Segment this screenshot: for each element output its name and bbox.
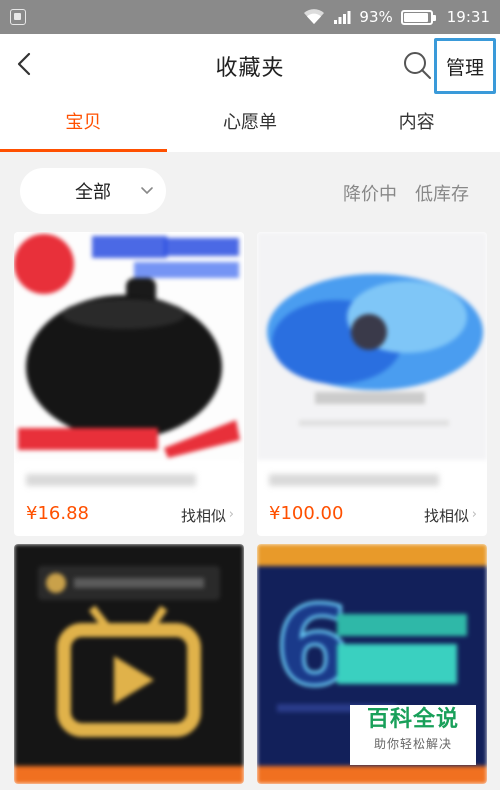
product-price: ¥100.00: [269, 503, 344, 524]
search-icon: [404, 52, 431, 79]
find-similar-button[interactable]: 找相似: [424, 505, 469, 526]
price-drop-filter[interactable]: 降价中: [343, 180, 397, 206]
nav-header: 收藏夹 管理: [0, 34, 500, 96]
product-price: ¥16.88: [26, 503, 89, 524]
battery-icon: [400, 9, 436, 25]
status-indicators: 93% 19:31: [303, 0, 490, 34]
category-dropdown-value: 全部: [75, 182, 111, 203]
product-card[interactable]: ¥100.00 找相似 ›: [257, 232, 487, 536]
product-description-placeholder: [26, 470, 206, 492]
product-image: [14, 544, 244, 784]
watermark-title: 百科全说: [366, 707, 459, 732]
product-image: [257, 232, 487, 460]
filter-bar: 全部 降价中 低库存: [0, 152, 500, 230]
watermark-logo: 百科全说 助你轻松解决: [350, 705, 476, 765]
low-stock-filter[interactable]: 低库存: [415, 180, 469, 206]
chevron-down-icon: [141, 187, 153, 195]
gallery-notification-icon: [10, 9, 26, 25]
clock: 19:31: [446, 8, 490, 26]
status-bar: 93% 19:31: [0, 0, 500, 34]
battery-percent: 93%: [359, 8, 393, 26]
tab-items[interactable]: 宝贝: [0, 96, 167, 152]
manage-button[interactable]: 管理: [434, 38, 496, 94]
wifi-icon: [304, 9, 325, 24]
chevron-right-icon: ›: [228, 507, 234, 522]
product-image: [14, 232, 244, 460]
category-dropdown[interactable]: 全部: [20, 168, 166, 214]
tab-content[interactable]: 内容: [333, 96, 500, 152]
chevron-right-icon: ›: [471, 507, 477, 522]
find-similar-button[interactable]: 找相似: [181, 505, 226, 526]
product-description-placeholder: [269, 470, 449, 492]
search-button[interactable]: [400, 48, 434, 82]
watermark-subtitle: 助你轻松解决: [373, 737, 452, 751]
product-card[interactable]: [14, 544, 244, 784]
product-card[interactable]: ¥16.88 找相似 ›: [14, 232, 244, 536]
signal-icon: [334, 11, 351, 24]
tab-bar: 宝贝 心愿单 内容: [0, 96, 500, 152]
tab-wishlist[interactable]: 心愿单: [167, 96, 334, 152]
